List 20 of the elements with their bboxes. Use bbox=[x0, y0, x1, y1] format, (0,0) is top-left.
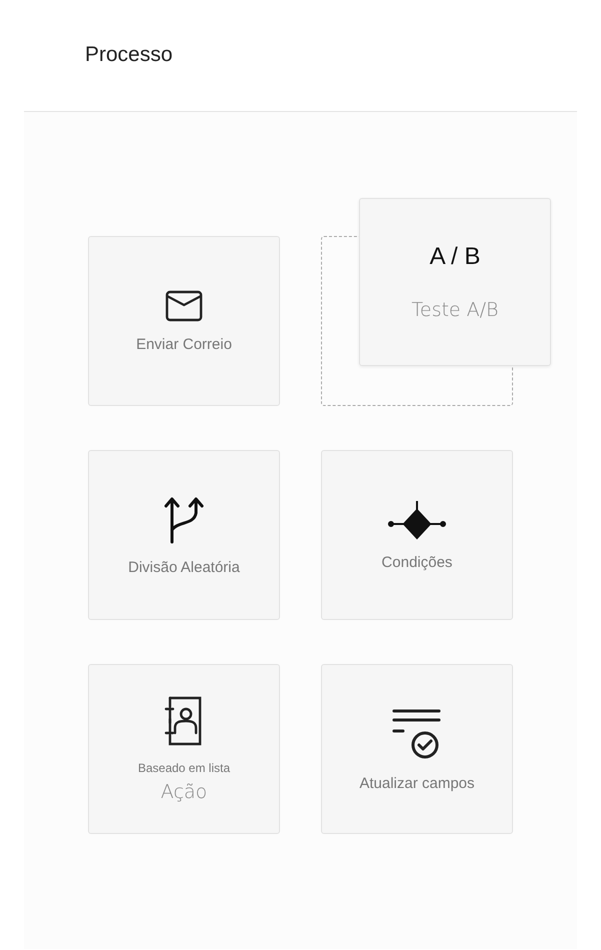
tile-label: Teste A/B bbox=[412, 299, 498, 321]
tile-card[interactable]: Baseado em lista Ação bbox=[88, 664, 280, 834]
tile-card[interactable]: A / B Teste A/B bbox=[359, 198, 551, 366]
contact-book-icon bbox=[164, 695, 204, 747]
tile-sublabel: Baseado em lista bbox=[138, 761, 230, 775]
tile-card[interactable]: Divisão Aleatória bbox=[88, 450, 280, 620]
tile-label: Ação bbox=[160, 781, 208, 803]
mail-icon bbox=[165, 290, 203, 322]
list-check-icon bbox=[391, 706, 443, 760]
ab-glyph: A / B bbox=[430, 243, 480, 271]
tile-label: Condições bbox=[382, 554, 452, 570]
tile-card[interactable]: Atualizar campos bbox=[321, 664, 513, 834]
tile-card[interactable]: Enviar Correio bbox=[88, 236, 280, 406]
split-arrow-icon bbox=[162, 494, 206, 544]
diamond-node-icon bbox=[388, 500, 446, 540]
tile-label: Divisão Aleatória bbox=[128, 558, 240, 576]
tile-label: Atualizar campos bbox=[359, 774, 475, 792]
tile-label: Enviar Correio bbox=[136, 336, 232, 352]
tile-card[interactable]: Condições bbox=[321, 450, 513, 620]
panel-title: Processo bbox=[85, 43, 173, 66]
